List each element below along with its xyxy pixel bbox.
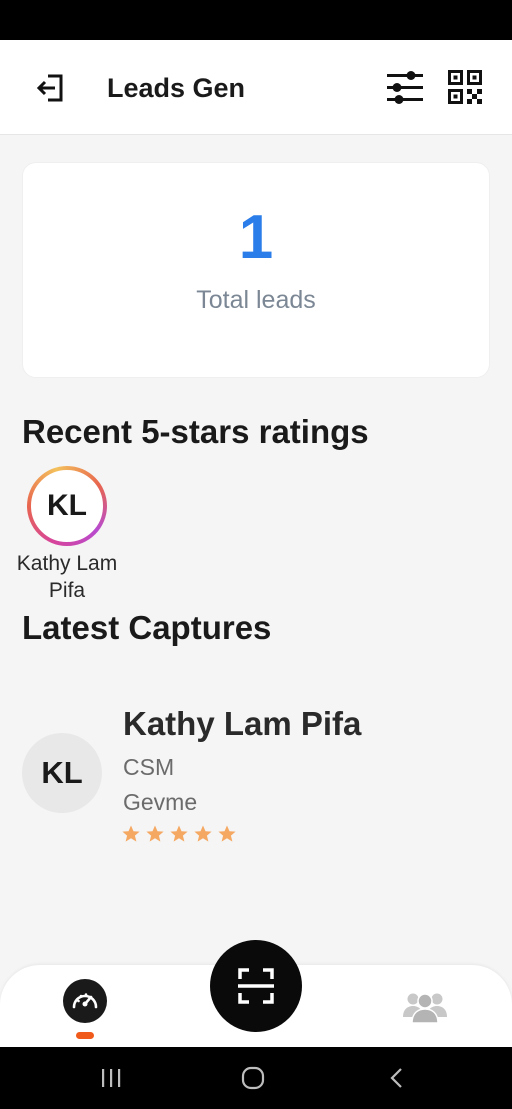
back-button[interactable] — [384, 1065, 410, 1091]
avatar: KL — [31, 470, 103, 542]
qr-code-icon — [448, 70, 482, 104]
qr-code-button[interactable] — [444, 66, 486, 108]
back-icon — [390, 1068, 402, 1088]
home-button[interactable] — [240, 1065, 266, 1091]
scan-icon — [238, 968, 274, 1004]
page-title: Leads Gen — [107, 73, 246, 103]
rating-avatar-ring: KL — [27, 466, 107, 546]
status-bar — [0, 0, 512, 40]
recent-apps-icon — [102, 1069, 121, 1087]
star-icon — [170, 825, 188, 842]
rating-contact-name: Kathy Lam Pifa — [16, 552, 118, 602]
latest-captures-title: Latest Captures — [22, 609, 272, 646]
nav-team-button[interactable] — [400, 985, 450, 1025]
recent-rating-item[interactable]: KL Kathy Lam Pifa — [16, 466, 118, 604]
star-icon — [194, 825, 212, 842]
system-navigation-bar — [0, 1047, 512, 1109]
star-icon — [218, 825, 236, 842]
recent-ratings-title: Recent 5-stars ratings — [22, 413, 369, 450]
scan-button[interactable] — [210, 940, 302, 1032]
capture-contact-company: Gevme — [123, 789, 198, 815]
star-icon — [122, 825, 140, 842]
avatar: KL — [22, 733, 102, 813]
logout-button[interactable] — [30, 67, 72, 109]
recent-apps-button[interactable] — [98, 1065, 124, 1091]
total-leads-card: 1 Total leads — [22, 162, 490, 378]
team-icon — [403, 993, 447, 1023]
sliders-icon — [387, 71, 423, 104]
total-leads-value: 1 — [238, 203, 274, 272]
nav-dashboard-button[interactable] — [63, 979, 107, 1023]
star-rating — [121, 824, 237, 844]
star-icon — [146, 825, 164, 842]
app-header: Leads Gen — [0, 40, 512, 135]
home-icon — [241, 1066, 265, 1090]
total-leads-label: Total leads — [196, 286, 316, 314]
capture-contact-name: Kathy Lam Pifa — [123, 705, 362, 742]
active-tab-indicator — [76, 1032, 94, 1039]
logout-icon — [36, 74, 63, 102]
capture-contact-role: CSM — [123, 754, 175, 780]
capture-list-item[interactable]: KL Kathy Lam Pifa CSM Gevme — [0, 700, 512, 860]
dashboard-gauge-icon — [72, 993, 98, 1009]
filter-button[interactable] — [383, 66, 427, 108]
